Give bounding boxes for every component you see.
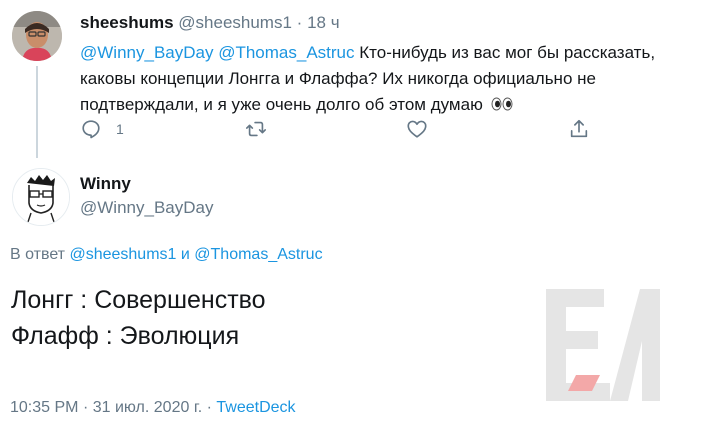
- retweet-icon: [246, 121, 266, 137]
- reply-tweet-text: @Winny_BayDay @Thomas_Astruc Кто-нибудь …: [80, 40, 690, 119]
- meta-dot-2: ·: [206, 399, 212, 416]
- reply-prefix: В ответ: [10, 246, 66, 263]
- share-button[interactable]: [568, 118, 590, 140]
- tweet-date[interactable]: 31 июл. 2020 г.: [93, 399, 202, 416]
- like-icon: [407, 120, 427, 138]
- replying-to: В ответ @sheeshums1 и @Thomas_Astruc: [10, 246, 323, 264]
- reply-count: 1: [116, 121, 124, 137]
- eyes-emoji-icon: [491, 93, 513, 119]
- retweet-button[interactable]: [245, 118, 267, 140]
- thread-line: [36, 66, 38, 158]
- main-text-line-2: Флафф : Эволюция: [11, 322, 240, 350]
- share-icon: [570, 119, 588, 138]
- reply-mention-sheeshums[interactable]: @sheeshums1: [69, 246, 176, 263]
- reply-author-name[interactable]: sheeshums: [80, 13, 174, 32]
- winny-avatar[interactable]: [12, 168, 70, 226]
- mention-winny[interactable]: @Winny_BayDay: [80, 43, 213, 62]
- main-text-line-1: Лонгг : Совершенство: [11, 286, 266, 314]
- reply-button[interactable]: 1: [80, 118, 124, 140]
- tweet-meta: 10:35 PM · 31 июл. 2020 г. · TweetDeck: [10, 399, 296, 417]
- like-button[interactable]: [406, 118, 428, 140]
- mention-thomas[interactable]: @Thomas_Astruc: [218, 43, 354, 62]
- meta-dot-1: ·: [82, 399, 89, 416]
- reply-tweet-actions: 1: [80, 118, 600, 144]
- reply-tweet-header: sheeshums @sheeshums1 · 18 ч: [80, 13, 340, 33]
- reply-icon: [82, 120, 100, 139]
- reply-author-handle[interactable]: @sheeshums1: [178, 13, 292, 32]
- sheeshums-avatar[interactable]: [12, 11, 62, 61]
- reply-mention-thomas[interactable]: @Thomas_Astruc: [194, 246, 322, 263]
- watermark-logo: [540, 283, 680, 408]
- tweet-time[interactable]: 10:35 PM: [10, 399, 78, 416]
- main-author-handle[interactable]: @Winny_BayDay: [80, 198, 213, 218]
- reply-time-ago[interactable]: 18 ч: [307, 13, 340, 32]
- reply-conjunction: и: [180, 246, 190, 263]
- header-separator: ·: [296, 13, 303, 32]
- main-tweet-text: Лонгг : Совершенство Флафф : Эволюция: [11, 282, 266, 354]
- tweet-client-link[interactable]: TweetDeck: [216, 399, 295, 416]
- main-author-name[interactable]: Winny: [80, 174, 131, 194]
